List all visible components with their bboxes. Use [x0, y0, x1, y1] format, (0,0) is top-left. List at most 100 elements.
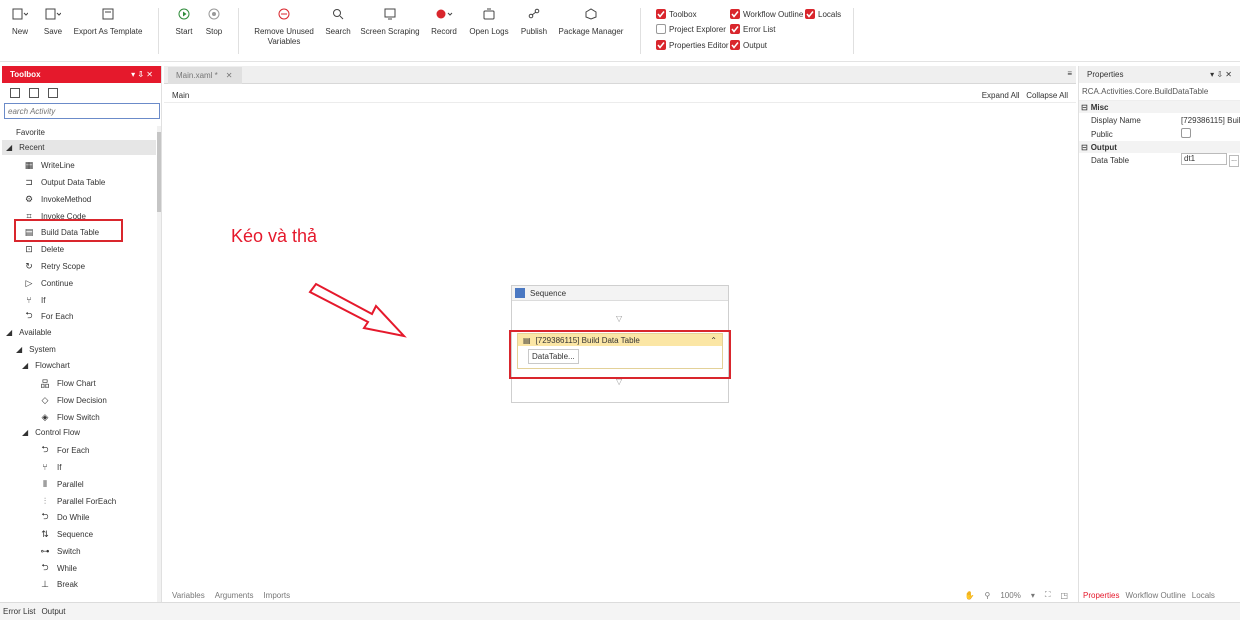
properties-editor-checkbox[interactable]: Properties Editor: [656, 40, 729, 50]
collapse-all-link[interactable]: Collapse All: [1026, 91, 1068, 100]
logs-icon: [468, 6, 510, 22]
panel-controls[interactable]: ▾ ⇩ ✕: [1210, 70, 1232, 79]
tree-favorite[interactable]: Favorite: [16, 128, 45, 137]
checkmark-icon: [730, 9, 740, 19]
tree-item-continue[interactable]: ▷ Continue: [24, 278, 74, 288]
tab-menu-icon[interactable]: ≡: [1067, 69, 1072, 78]
arguments-tab[interactable]: Arguments: [215, 591, 254, 600]
tree-item-flow-switch[interactable]: ◈ Flow Switch: [40, 412, 100, 422]
tree-item-flow-chart[interactable]: 品 Flow Chart: [40, 378, 96, 389]
search-activity-input[interactable]: [4, 103, 160, 119]
tree-item-writeline[interactable]: ▦ WriteLine: [24, 160, 75, 170]
stop-button[interactable]: Stop: [202, 6, 226, 37]
tree-recent[interactable]: ◢ Recent: [2, 140, 156, 155]
project-explorer-checkbox[interactable]: Project Explorer: [656, 24, 726, 34]
imports-tab[interactable]: Imports: [263, 591, 290, 600]
locals-checkbox[interactable]: Locals: [805, 9, 841, 19]
search-icon: [324, 6, 352, 22]
tree-label: Do While: [57, 512, 90, 522]
tab-properties[interactable]: Properties: [1083, 591, 1119, 600]
output-tab[interactable]: Output: [41, 607, 65, 616]
tree-label: InvokeMethod: [41, 194, 92, 204]
start-button[interactable]: Start: [172, 6, 196, 37]
tree-item-for-each[interactable]: ⮌ For Each: [24, 310, 74, 321]
output-table-icon: ⊐: [25, 176, 33, 187]
category-output[interactable]: ⊟ Output: [1079, 141, 1240, 153]
tree-item-do-while[interactable]: ⮌ Do While: [40, 511, 90, 522]
properties-header: Properties ▾ ⇩ ✕: [1079, 66, 1240, 83]
tree-item-retry-scope[interactable]: ↻ Retry Scope: [24, 261, 85, 271]
public-checkbox[interactable]: [1181, 128, 1191, 138]
triangle-down-icon: ◢: [22, 361, 29, 370]
display-name-field[interactable]: [729386115] Buil: [1181, 116, 1240, 125]
record-button[interactable]: Record: [428, 6, 460, 37]
expand-tree-icon[interactable]: [10, 88, 20, 98]
save-label: Save: [43, 27, 63, 36]
triangle-down-icon: ◢: [16, 345, 23, 354]
tree-item-switch[interactable]: ⊶ Switch: [40, 546, 81, 556]
workflow-outline-checkbox[interactable]: Workflow Outline: [730, 9, 803, 19]
pan-icon[interactable]: ✋: [965, 591, 975, 600]
publish-button[interactable]: Publish: [518, 6, 550, 37]
tree-item-while[interactable]: ⮌ While: [40, 562, 77, 573]
workflow-outline-check-label: Workflow Outline: [743, 9, 804, 19]
collapse-tree-icon[interactable]: [29, 88, 39, 98]
tree-item-delete[interactable]: ⊡ Delete: [24, 244, 64, 254]
tree-available[interactable]: ◢ Available: [6, 328, 51, 337]
error-list-tab[interactable]: Error List: [3, 607, 35, 616]
tree-label: Retry Scope: [41, 261, 86, 271]
search-button[interactable]: Search: [324, 6, 352, 37]
close-icon[interactable]: ✕: [226, 71, 233, 80]
tree-item-if-cf[interactable]: ⑂ If: [40, 462, 61, 472]
tree-item-if[interactable]: ⑂ If: [24, 295, 45, 305]
overview-icon[interactable]: ◳: [1060, 591, 1068, 600]
tree-label: Flowchart: [35, 361, 70, 370]
checkmark-icon: [730, 24, 740, 34]
save-button[interactable]: Save: [41, 6, 65, 37]
toolbox-checkbox[interactable]: Toolbox: [656, 9, 697, 19]
screen-scraping-button[interactable]: Screen Scraping: [360, 6, 420, 37]
toolbox-scrollbar[interactable]: [157, 126, 161, 602]
tree-label: For Each: [57, 445, 90, 455]
tree-flowchart[interactable]: ◢ Flowchart: [22, 361, 70, 370]
output-checkbox[interactable]: Output: [730, 40, 767, 50]
tree-item-invokemethod[interactable]: ⚙ InvokeMethod: [24, 194, 91, 204]
zoom-icon[interactable]: ⚲: [984, 591, 990, 600]
view-option-icon[interactable]: [48, 88, 58, 98]
tree-item-sequence[interactable]: ⇅ Sequence: [40, 529, 93, 539]
tree-item-flow-decision[interactable]: ◇ Flow Decision: [40, 395, 107, 405]
search-label: Search: [325, 27, 351, 36]
tree-item-output-data-table[interactable]: ⊐ Output Data Table: [24, 177, 105, 187]
error-list-checkbox[interactable]: Error List: [730, 24, 775, 34]
expand-all-link[interactable]: Expand All: [982, 91, 1020, 100]
tab-workflow-outline[interactable]: Workflow Outline: [1125, 591, 1185, 600]
tree-item-for-each-cf[interactable]: ⮌ For Each: [40, 444, 90, 455]
tree-item-parallel[interactable]: ⫴ Parallel: [40, 479, 84, 489]
tree-system[interactable]: ◢ System: [16, 345, 56, 354]
chevron-down-icon[interactable]: ▾: [1031, 591, 1035, 600]
tree-label: Parallel: [57, 479, 84, 489]
package-manager-button[interactable]: Package Manager: [558, 6, 624, 37]
scrollbar-thumb[interactable]: [157, 132, 161, 212]
ellipsis-button[interactable]: ...: [1229, 155, 1239, 167]
tree-control-flow[interactable]: ◢ Control Flow: [22, 428, 80, 437]
tree-item-break[interactable]: ⊥ Break: [40, 579, 78, 589]
zoom-level[interactable]: 100%: [1000, 591, 1020, 600]
tab-locals[interactable]: Locals: [1192, 591, 1215, 600]
remove-unused-variables-button[interactable]: Remove Unused Variables: [252, 6, 316, 47]
open-logs-button[interactable]: Open Logs: [468, 6, 510, 37]
toolbox-panel: Toolbox ▾ ⇩ ✕ Favorite ◢ Recent ▦ WriteLin…: [2, 66, 162, 602]
fit-screen-icon[interactable]: ⛶: [1045, 590, 1051, 600]
new-button[interactable]: New: [8, 6, 32, 37]
tab-main-xaml[interactable]: Main.xaml * ✕: [168, 67, 242, 84]
tree-label: Flow Chart: [57, 378, 96, 388]
breadcrumb[interactable]: Main: [172, 91, 189, 100]
export-template-button[interactable]: Export As Template: [73, 6, 143, 37]
data-table-field[interactable]: dt1: [1181, 153, 1227, 165]
panel-controls[interactable]: ▾ ⇩ ✕: [131, 70, 153, 79]
tree-label: For Each: [41, 311, 74, 321]
ribbon-separator: [853, 8, 854, 54]
variables-tab[interactable]: Variables: [172, 591, 205, 600]
category-misc[interactable]: ⊟ Misc: [1079, 101, 1240, 113]
tree-item-parallel-foreach[interactable]: ⫶ Parallel ForEach: [40, 496, 116, 506]
